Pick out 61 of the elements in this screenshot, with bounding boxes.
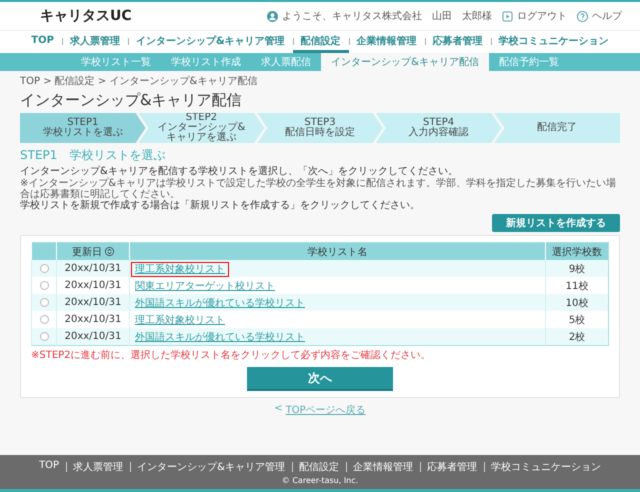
list-name-link[interactable]: 理工系対象校リスト bbox=[131, 262, 229, 276]
footer-link[interactable]: 学校コミュニケーション bbox=[484, 460, 608, 474]
step-indicator: 配信完了 bbox=[494, 113, 620, 143]
logout-link[interactable]: ログアウト bbox=[517, 9, 567, 23]
step-indicator: STEP3 配信日時を設定 bbox=[257, 113, 383, 143]
sort-icon[interactable] bbox=[105, 247, 114, 256]
step-indicator: STEP4 入力内容確認 bbox=[376, 113, 502, 143]
logo: キャリタスUC bbox=[40, 7, 132, 25]
radio-button[interactable] bbox=[40, 264, 48, 273]
instruction-text: 学校リストを新規で作成する場合は「新規リストを作成する」をクリックしてください。 bbox=[20, 200, 421, 212]
next-button[interactable]: 次へ bbox=[247, 367, 393, 391]
footer-link[interactable]: 応募者管理 bbox=[420, 460, 484, 474]
nav-tab[interactable]: 企業情報管理 bbox=[348, 31, 425, 53]
step-indicator: STEP1 学校リストを選ぶ bbox=[20, 113, 146, 143]
subnav-tab[interactable]: 学校リスト作成 bbox=[161, 53, 252, 71]
note-text: ※インターンシップ&キャリアは学校リストで設定した学校の全学生を対象に配信されます。学部、学科を指定した募集を行いたい場合は応募書類に明記してください。 bbox=[20, 178, 618, 200]
table-cell: 10校 bbox=[546, 294, 608, 311]
copyright-text: © Career-tasu, Inc. bbox=[282, 476, 358, 484]
radio-button[interactable] bbox=[40, 298, 48, 307]
footer-link[interactable]: 求人票管理 bbox=[66, 460, 130, 474]
footer-link[interactable]: インターンシップ&キャリア管理 bbox=[130, 460, 292, 474]
table-cell: 20xx/10/31 bbox=[56, 260, 130, 277]
table-cell: 2校 bbox=[546, 328, 608, 346]
breadcrumb: TOP > 配信設定 > インターンシップ&キャリア配信 bbox=[20, 74, 258, 88]
warning-text: ※STEP2に進む前に、選択した学校リスト名をクリックして必ず内容をご確認ください。 bbox=[31, 348, 432, 362]
list-name-link[interactable]: 理工系対象校リスト bbox=[131, 312, 229, 328]
nav-tab[interactable]: TOP bbox=[23, 31, 62, 53]
page-title: インターンシップ&キャリア配信 bbox=[20, 91, 243, 110]
radio-button[interactable] bbox=[40, 332, 48, 341]
help-icon bbox=[577, 10, 588, 22]
table-header: 学校リスト名 bbox=[130, 242, 546, 260]
new-list-button[interactable]: 新規リストを作成する bbox=[492, 214, 620, 232]
footer-link[interactable]: 企業情報管理 bbox=[346, 460, 420, 474]
table-header: 選択学校数 bbox=[546, 242, 608, 260]
back-link[interactable]: TOPページへ戻る bbox=[286, 403, 366, 417]
nav-tab[interactable]: 求人票管理 bbox=[62, 31, 128, 53]
table-cell: 9校 bbox=[546, 260, 608, 277]
user-icon bbox=[267, 10, 278, 22]
footer-link[interactable]: 配信設定 bbox=[292, 460, 346, 474]
instruction-text: インターンシップ&キャリアを配信する学校リストを選択し、「次へ」をクリックしてください。 bbox=[20, 166, 459, 178]
logout-icon bbox=[502, 10, 513, 22]
list-name-link[interactable]: 関東エリアターゲット校リスト bbox=[131, 278, 279, 294]
table-header[interactable]: 更新日 bbox=[56, 242, 130, 260]
step-indicator: STEP2 インターンシップ& キャリアを選ぶ bbox=[138, 113, 264, 143]
subnav-tab[interactable]: 配信予約一覧 bbox=[488, 53, 569, 71]
nav-tab[interactable]: 学校コミュニケーション bbox=[490, 31, 617, 53]
section-heading: STEP1 学校リストを選ぶ bbox=[20, 147, 166, 164]
table-cell: 20xx/10/31 bbox=[56, 328, 130, 346]
table-header bbox=[32, 242, 56, 260]
subnav-tab[interactable]: 学校リスト一覧 bbox=[71, 53, 162, 71]
help-link[interactable]: ヘルプ bbox=[592, 9, 622, 23]
table-cell: 20xx/10/31 bbox=[56, 294, 130, 311]
subnav-tab[interactable]: 求人票配信 bbox=[251, 53, 322, 71]
subnav-tab[interactable]: インターンシップ&キャリア配信 bbox=[321, 53, 489, 71]
greeting-text: ようこそ、キャリタス株式会社 山田 太郎様 bbox=[282, 10, 492, 23]
nav-tab[interactable]: インターンシップ&キャリア管理 bbox=[128, 31, 293, 53]
radio-button[interactable] bbox=[40, 280, 48, 290]
nav-tab[interactable]: 応募者管理 bbox=[424, 31, 491, 53]
footer-link[interactable]: TOP bbox=[32, 460, 66, 474]
chevron-left-icon: < bbox=[274, 403, 283, 417]
radio-button[interactable] bbox=[40, 314, 48, 324]
